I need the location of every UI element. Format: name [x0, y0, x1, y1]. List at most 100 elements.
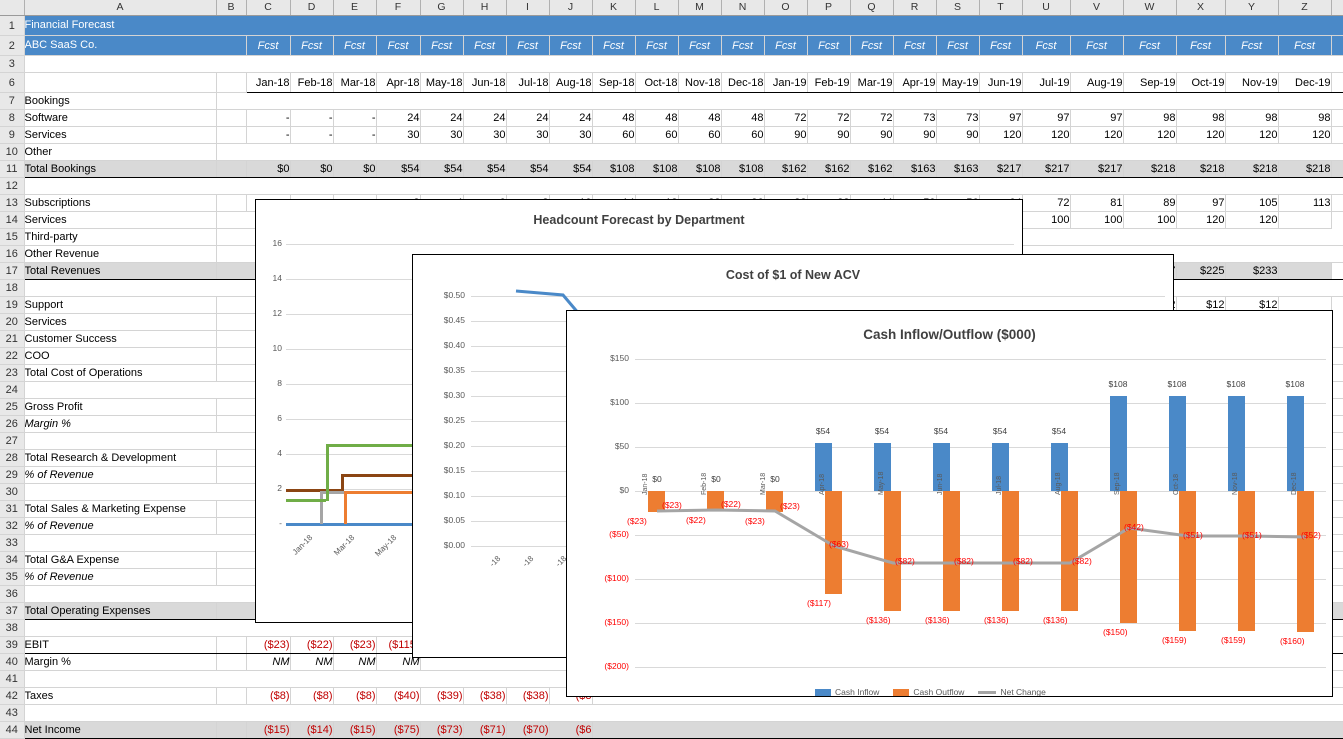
cell-services-20[interactable]: 120 [1123, 127, 1176, 144]
row-header-16[interactable]: 16 [0, 246, 24, 263]
column-header-J[interactable]: J [549, 0, 592, 16]
cell-software-22[interactable]: 98 [1225, 110, 1278, 127]
row-label-pct-revenue-rd[interactable]: % of Revenue [24, 467, 216, 484]
cell-total-bookings-0[interactable]: $0 [246, 161, 290, 178]
cell-taxes-5[interactable]: ($38) [463, 688, 506, 705]
column-header-Q[interactable]: Q [850, 0, 893, 16]
row-label-total-opex[interactable]: Total Operating Expenses [24, 603, 216, 620]
cell-total-revenues-22[interactable]: $225 [1176, 263, 1225, 280]
cell-software-15[interactable]: 73 [893, 110, 936, 127]
cell-subs-24[interactable] [1331, 195, 1343, 212]
cell-total-bookings-12[interactable]: $162 [764, 161, 807, 178]
cell-subs-20[interactable]: 89 [1123, 195, 1176, 212]
row-label-other[interactable]: Other [24, 144, 216, 161]
cell-services-10[interactable]: 60 [678, 127, 721, 144]
row-header-43[interactable]: 43 [0, 705, 24, 722]
cell-total-bookings-18[interactable]: $217 [1022, 161, 1070, 178]
column-header-M[interactable]: M [678, 0, 721, 16]
row-header-38[interactable]: 38 [0, 620, 24, 637]
row-header-6[interactable]: 6 [0, 73, 24, 93]
column-header-B[interactable]: B [216, 0, 246, 16]
cell-software-6[interactable]: 24 [506, 110, 549, 127]
column-header-O[interactable]: O [764, 0, 807, 16]
row-header-39[interactable]: 39 [0, 637, 24, 654]
column-header-U[interactable]: U [1022, 0, 1070, 16]
column-header-C[interactable]: C [246, 0, 290, 16]
cell-b42[interactable] [216, 688, 246, 705]
cell-services-6[interactable]: 30 [506, 127, 549, 144]
cell-total-bookings-23[interactable]: $218 [1278, 161, 1331, 178]
cell-total-bookings-19[interactable]: $217 [1070, 161, 1123, 178]
cell-total-bookings-15[interactable]: $163 [893, 161, 936, 178]
cell-total-bookings-14[interactable]: $162 [850, 161, 893, 178]
row-label-other-revenue[interactable]: Other Revenue [24, 246, 216, 263]
cell-net-income-3[interactable]: ($75) [376, 722, 420, 739]
column-header-G[interactable]: G [420, 0, 463, 16]
row-header-42[interactable]: 42 [0, 688, 24, 705]
row-label-margin-pct-ebit[interactable]: Margin % [24, 654, 216, 671]
cell-total-bookings-24[interactable] [1331, 161, 1343, 178]
cell-services-23[interactable]: 120 [1278, 127, 1331, 144]
cell-total-bookings-21[interactable]: $218 [1176, 161, 1225, 178]
cell-subs-19[interactable]: 81 [1070, 195, 1123, 212]
cell-net-income-4[interactable]: ($73) [420, 722, 463, 739]
row-label-coo[interactable]: COO [24, 348, 216, 365]
row-header-9[interactable]: 9 [0, 127, 24, 144]
cell-total-bookings-1[interactable]: $0 [290, 161, 333, 178]
cell-services2-23[interactable]: 120 [1225, 212, 1278, 229]
cell-software-20[interactable]: 98 [1123, 110, 1176, 127]
cell-b13[interactable] [216, 195, 246, 212]
cell-services-16[interactable]: 90 [936, 127, 979, 144]
cell-software-24[interactable] [1331, 110, 1343, 127]
blank-row-3[interactable] [24, 56, 1343, 73]
row-header-28[interactable]: 28 [0, 450, 24, 467]
row-header-44[interactable]: 44 [0, 722, 24, 739]
cell-services-0[interactable]: - [246, 127, 290, 144]
cell-b44[interactable] [216, 722, 246, 739]
row-label-services-3[interactable]: Services [24, 314, 216, 331]
row-label-bookings[interactable]: Bookings [24, 93, 216, 110]
cell-a6[interactable] [24, 73, 216, 93]
cell-services-24[interactable] [1331, 127, 1343, 144]
cell-total-bookings-11[interactable]: $108 [721, 161, 764, 178]
cell-software-0[interactable]: - [246, 110, 290, 127]
cell-total-bookings-16[interactable]: $163 [936, 161, 979, 178]
row-header-30[interactable]: 30 [0, 484, 24, 501]
blank-row-43[interactable] [24, 705, 1343, 722]
row-header-17[interactable]: 17 [0, 263, 24, 280]
cell-total-bookings-10[interactable]: $108 [678, 161, 721, 178]
cell-total-bookings-3[interactable]: $54 [376, 161, 420, 178]
legend-item-cash-outflow[interactable]: Cash Outflow [893, 687, 964, 697]
row-header-1[interactable]: 1 [0, 16, 24, 36]
cell-services2-22[interactable]: 120 [1176, 212, 1225, 229]
cell-total-bookings-6[interactable]: $54 [506, 161, 549, 178]
cell-software-17[interactable]: 97 [979, 110, 1022, 127]
row-header-23[interactable]: 23 [0, 365, 24, 382]
row-label-support[interactable]: Support [24, 297, 216, 314]
cell-services-19[interactable]: 120 [1070, 127, 1123, 144]
cell-total-bookings-7[interactable]: $54 [549, 161, 592, 178]
row-header-37[interactable]: 37 [0, 603, 24, 620]
cell-taxes-0[interactable]: ($8) [246, 688, 290, 705]
row-label-net-income[interactable]: Net Income [24, 722, 216, 739]
cell-b40[interactable] [216, 654, 246, 671]
cell-ebit-2[interactable]: ($23) [333, 637, 376, 654]
cell-software-3[interactable]: 24 [376, 110, 420, 127]
row-header-27[interactable]: 27 [0, 433, 24, 450]
cell-taxes-6[interactable]: ($38) [506, 688, 549, 705]
row-header-2[interactable]: 2 [0, 36, 24, 56]
row-label-services-2[interactable]: Services [24, 212, 216, 229]
cell-services-12[interactable]: 90 [764, 127, 807, 144]
cell-services-7[interactable]: 30 [549, 127, 592, 144]
column-header-T[interactable]: T [979, 0, 1022, 16]
column-header-row[interactable]: A B C D E F G H I J K L M N O P Q R S T … [0, 0, 1343, 16]
cell-ebit-0[interactable]: ($23) [246, 637, 290, 654]
column-header-D[interactable]: D [290, 0, 333, 16]
cell-b11[interactable] [216, 161, 246, 178]
cell-total-bookings-22[interactable]: $218 [1225, 161, 1278, 178]
column-header-R[interactable]: R [893, 0, 936, 16]
row-header-33[interactable]: 33 [0, 535, 24, 552]
cell-services-15[interactable]: 90 [893, 127, 936, 144]
cell-b9[interactable] [216, 127, 246, 144]
cell-margin-0[interactable]: NM [246, 654, 290, 671]
